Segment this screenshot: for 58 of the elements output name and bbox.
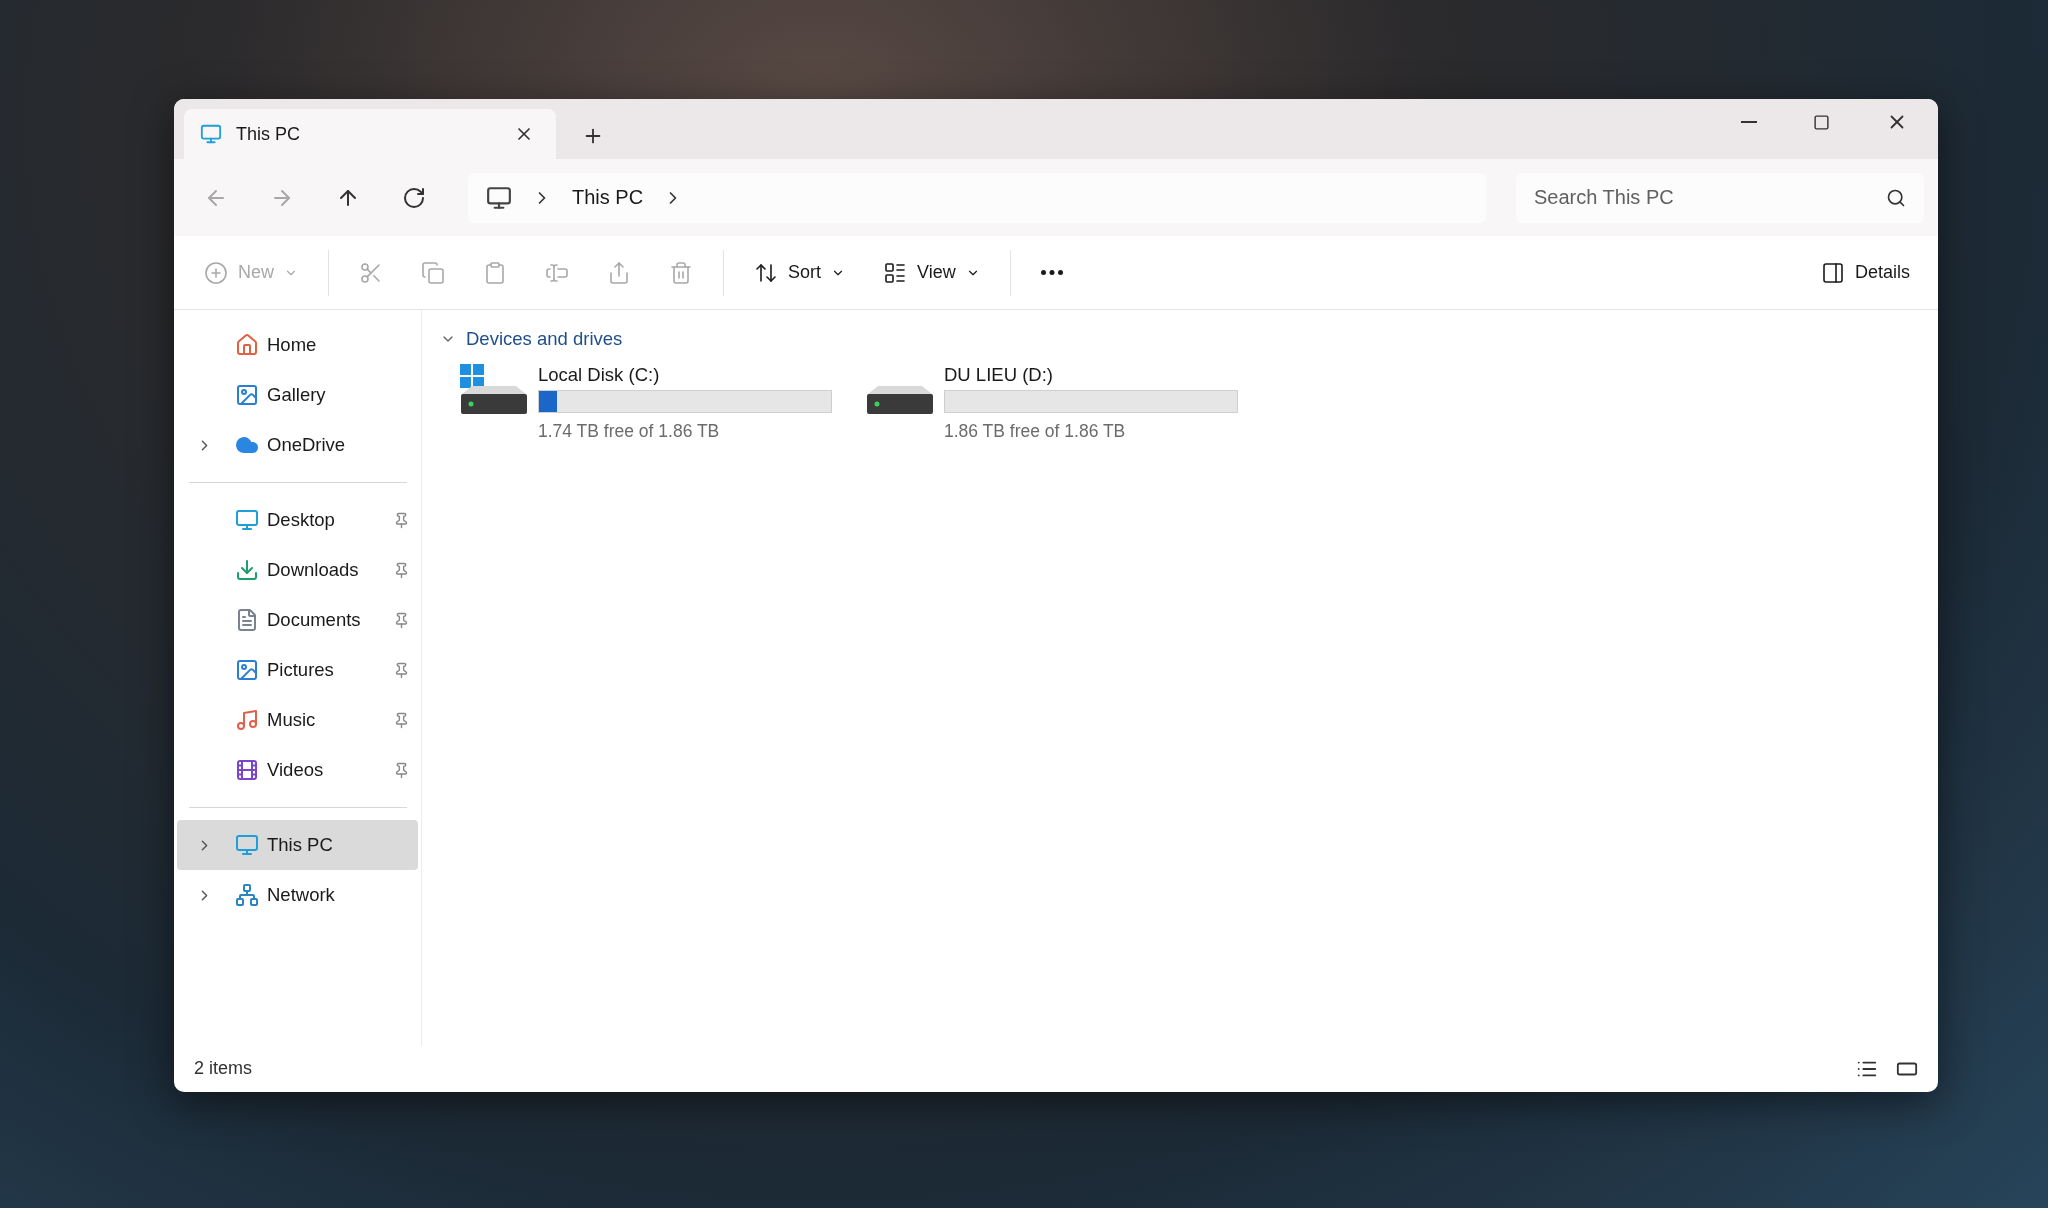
picture-icon <box>235 383 259 407</box>
sidebar-item[interactable]: Home <box>177 320 418 370</box>
sidebar-item[interactable]: OneDrive <box>177 420 418 470</box>
address-bar[interactable]: This PC <box>468 172 1486 223</box>
toolbar-button[interactable]: View <box>875 254 988 291</box>
scissors-icon <box>359 260 383 285</box>
sidebar-item[interactable]: Gallery <box>177 370 418 420</box>
sidebar-item[interactable]: Documents <box>177 595 418 645</box>
share-icon <box>607 260 631 285</box>
pin-icon[interactable] <box>393 661 410 679</box>
monitor-icon <box>486 184 512 211</box>
search-field[interactable]: Search This PC <box>1516 172 1924 223</box>
pin-icon[interactable] <box>393 511 410 529</box>
pin-icon[interactable] <box>393 561 410 579</box>
network-icon <box>235 883 259 907</box>
copy-icon <box>421 260 445 285</box>
pin-icon[interactable] <box>393 611 410 629</box>
minimize-icon <box>1741 121 1757 123</box>
view-icon <box>883 260 908 285</box>
search-icon <box>1886 187 1906 208</box>
details-button[interactable]: Details <box>1812 254 1918 291</box>
breadcrumb-item[interactable]: This PC <box>572 186 644 209</box>
sidebar-item[interactable]: Desktop <box>177 495 418 545</box>
item-count: 2 items <box>194 1058 253 1079</box>
maximize-icon <box>1813 113 1830 131</box>
pin-icon[interactable] <box>393 761 410 779</box>
sidebar-item[interactable]: Downloads <box>177 545 418 595</box>
toolbar-button[interactable]: Sort <box>746 254 854 291</box>
refresh-icon <box>402 185 426 210</box>
drive-tile[interactable]: DU LIEU (D:) 1.86 TB free of 1.86 TB <box>860 360 1242 446</box>
sidebar-item[interactable]: Videos <box>177 745 418 795</box>
picture-icon <box>235 658 259 682</box>
tab[interactable]: This PC <box>184 109 556 159</box>
document-icon <box>235 608 259 632</box>
monitor-icon <box>235 508 259 532</box>
free-space-text: 1.74 TB free of 1.86 TB <box>538 421 721 442</box>
clipboard-icon <box>483 260 507 285</box>
more-icon <box>1040 270 1063 275</box>
plus-circle-icon <box>204 260 228 285</box>
panel-icon <box>1820 260 1845 285</box>
monitor-icon <box>235 833 259 857</box>
film-icon <box>235 758 259 782</box>
sidebar-item[interactable]: This PC <box>177 820 418 870</box>
drive-name: Local Disk (C:) <box>538 364 661 386</box>
section-header[interactable]: Devices and drives <box>436 324 627 354</box>
sidebar-item[interactable]: Pictures <box>177 645 418 695</box>
sidebar-item[interactable]: Network <box>177 870 418 920</box>
music-icon <box>235 708 259 732</box>
sidebar-item[interactable]: Music <box>177 695 418 745</box>
drive-name: DU LIEU (D:) <box>944 364 1054 386</box>
pin-icon[interactable] <box>393 711 410 729</box>
monitor-icon <box>200 123 222 145</box>
drive-tile[interactable]: Local Disk (C:) 1.74 TB free of 1.86 TB <box>454 360 836 446</box>
home-icon <box>235 333 259 357</box>
trash-icon <box>669 260 693 285</box>
tab-title: This PC <box>236 123 301 145</box>
free-space-text: 1.86 TB free of 1.86 TB <box>944 421 1127 442</box>
download-icon <box>235 558 259 582</box>
